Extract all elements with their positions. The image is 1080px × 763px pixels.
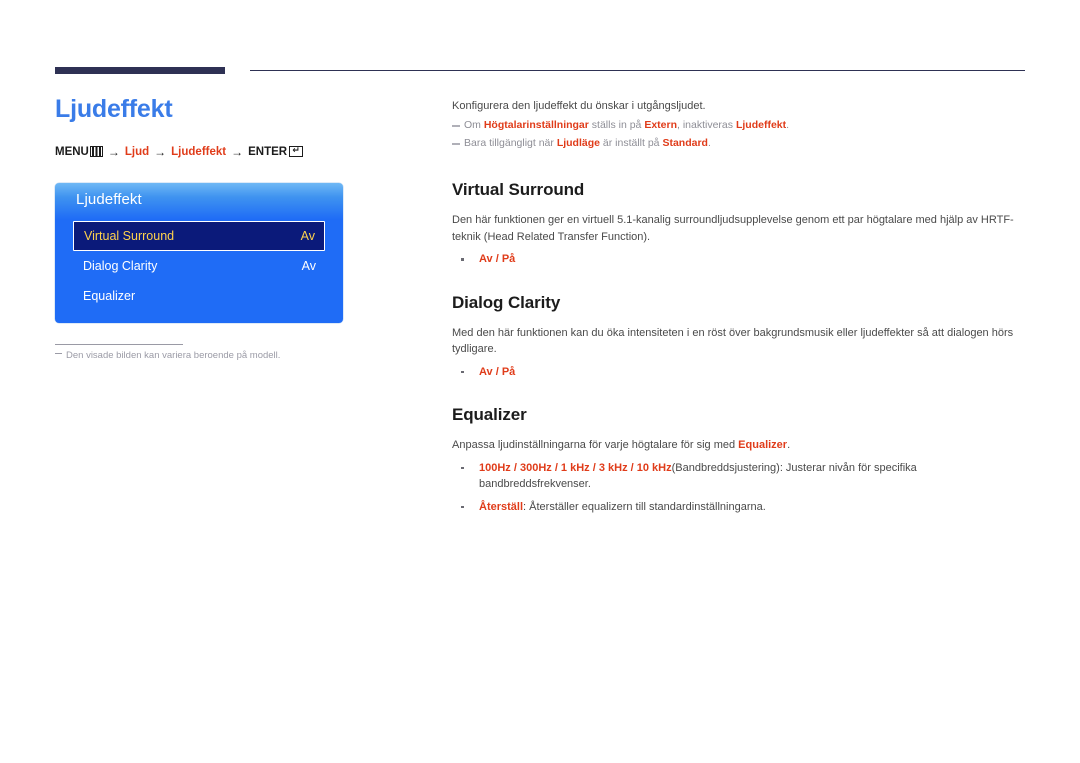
section-heading: Dialog Clarity: [452, 292, 561, 312]
list-item: Av / På: [452, 364, 1027, 381]
osd-row-label: Dialog Clarity: [83, 259, 158, 273]
left-column: Ljudeffekt MENU → Ljud → Ljudeffekt → EN…: [55, 95, 425, 159]
section-virtual-surround: Virtual Surround Den här funktionen ger …: [452, 180, 1027, 268]
breadcrumb: MENU → Ljud → Ljudeffekt → ENTER ↵: [55, 145, 425, 159]
note-bold-2: Standard: [662, 137, 708, 150]
note-bold-2: Extern: [644, 118, 677, 131]
osd-row-label: Equalizer: [83, 289, 136, 303]
osd-row-dialog-clarity[interactable]: Dialog Clarity Av: [73, 251, 325, 281]
section-bullet-list: Av / På: [452, 251, 1027, 268]
right-column: Konfigurera den ljudeffekt du önskar i u…: [452, 99, 1027, 515]
note-part-2: ställs in på: [588, 118, 645, 131]
footnote-text: Den visade bilden kan variera beroende p…: [66, 350, 281, 361]
osd-row-list: Virtual Surround Av Dialog Clarity Av Eq…: [73, 221, 325, 311]
menu-bars-icon: [89, 146, 103, 157]
note-part-1: Om: [464, 118, 484, 131]
page-title: Ljudeffekt: [55, 95, 173, 123]
note-part-4: .: [786, 118, 790, 131]
section-equalizer: Equalizer Anpassa ljudinställningarna fö…: [452, 405, 1027, 515]
section-body: Anpassa ljudinställningarna för varje hö…: [452, 437, 1027, 454]
footnote: Den visade bilden kan variera beroende p…: [55, 350, 280, 361]
footnote-dash-icon: [55, 353, 62, 354]
header-accent-bar: [55, 67, 225, 74]
osd-row-value: Av: [301, 259, 316, 273]
bullet-red-text: 100Hz / 300Hz / 1 kHz / 3 kHz / 10 kHz: [479, 461, 672, 474]
note-speaker-settings: Om Högtalarinställningar ställs in på Ex…: [452, 117, 1027, 133]
list-item: Av / På: [452, 251, 1027, 268]
section-body: Med den här funktionen kan du öka intens…: [452, 326, 1014, 356]
note-part-2: är inställt på: [599, 137, 663, 150]
bullet-rest-text: : Återställer equalizern till standardin…: [523, 500, 766, 513]
note-sound-mode: Bara tillgängligt när Ljudläge är instäl…: [452, 135, 1027, 151]
breadcrumb-enter-label: ENTER: [248, 145, 288, 158]
note-part-3: , inaktiveras: [677, 118, 736, 131]
breadcrumb-arrow-3: →: [231, 144, 244, 159]
bullet-red-text: Återställ: [479, 500, 524, 513]
osd-row-virtual-surround[interactable]: Virtual Surround Av: [73, 221, 325, 251]
note-part-1: Bara tillgängligt när: [464, 137, 557, 150]
list-item: Återställ: Återställer equalizern till s…: [452, 499, 1027, 516]
note-bold-1: Ljudläge: [556, 137, 600, 150]
osd-row-value: Av: [300, 229, 315, 243]
list-item: 100Hz / 300Hz / 1 kHz / 3 kHz / 10 kHz(B…: [452, 460, 1027, 493]
section-bullet-list: 100Hz / 300Hz / 1 kHz / 3 kHz / 10 kHz(B…: [452, 460, 1027, 516]
osd-title: Ljudeffekt: [76, 191, 142, 208]
section-bullet-list: Av / På: [452, 364, 1027, 381]
breadcrumb-arrow-1: →: [107, 144, 120, 159]
note-dash-icon: [452, 143, 460, 146]
footnote-rule: [55, 344, 183, 345]
note-bold-3: Ljudeffekt: [735, 118, 787, 131]
section-body-highlight: Equalizer: [738, 439, 788, 452]
note-dash-icon: [452, 124, 460, 127]
osd-row-label: Virtual Surround: [84, 229, 175, 243]
osd-menu-preview: Ljudeffekt Virtual Surround Av Dialog Cl…: [55, 183, 343, 323]
note-bold-1: Högtalarinställningar: [483, 118, 589, 131]
bullet-red-text: Av / På: [479, 365, 516, 378]
osd-row-equalizer[interactable]: Equalizer: [73, 281, 325, 311]
section-body: Den här funktionen ger en virtuell 5.1-k…: [452, 214, 1014, 243]
breadcrumb-item-ljud[interactable]: Ljud: [125, 146, 149, 158]
section-heading: Equalizer: [452, 405, 527, 425]
section-body-post: .: [787, 439, 791, 452]
header-rule: [250, 70, 1025, 71]
bullet-red-text: Av / På: [479, 253, 516, 266]
breadcrumb-menu-label: MENU: [55, 145, 89, 158]
enter-return-icon: ↵: [289, 146, 304, 157]
intro-text: Konfigurera den ljudeffekt du önskar i u…: [452, 100, 706, 112]
section-heading: Virtual Surround: [452, 180, 585, 200]
breadcrumb-arrow-2: →: [154, 144, 167, 159]
breadcrumb-item-ljudeffekt[interactable]: Ljudeffekt: [171, 146, 226, 158]
section-body-pre: Anpassa ljudinställningarna för varje hö…: [452, 439, 739, 452]
note-part-3: .: [707, 137, 711, 150]
section-dialog-clarity: Dialog Clarity Med den här funktionen ka…: [452, 293, 1027, 381]
